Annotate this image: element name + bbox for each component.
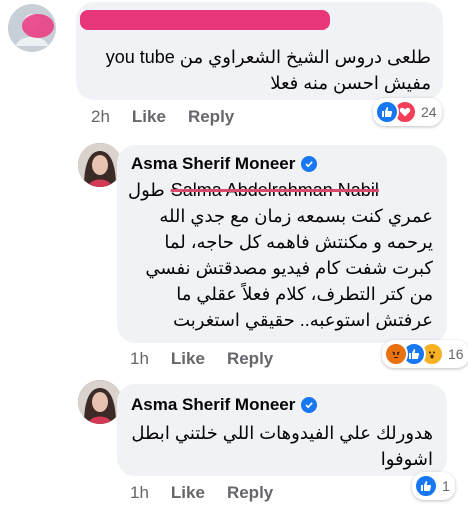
like-button[interactable]: Like — [171, 349, 205, 369]
avatar[interactable] — [78, 143, 122, 187]
comment-text-line: عمري كنت بسمعه زمان مع جدي الله — [159, 206, 433, 226]
comment-author[interactable]: Asma Sherif Moneer — [131, 395, 318, 415]
author-name[interactable]: Asma Sherif Moneer — [131, 154, 295, 174]
comment-text: طلعى دروس الشيخ الشعراوي من you tube مفي… — [81, 44, 431, 96]
reaction-summary[interactable]: 16 — [382, 340, 468, 368]
comment-actions: 2h Like Reply — [91, 107, 234, 127]
like-reaction-icon — [375, 100, 399, 124]
reaction-summary[interactable]: 1 — [412, 472, 455, 500]
comment-bubble: طلعى دروس الشيخ الشعراوي من you tube مفي… — [76, 2, 443, 100]
reaction-count: 1 — [442, 478, 450, 494]
angry-reaction-icon — [384, 342, 408, 366]
author-name[interactable]: Asma Sherif Moneer — [131, 395, 295, 415]
reply-button[interactable]: Reply — [227, 483, 273, 503]
verified-badge-icon — [301, 397, 318, 413]
comment-bubble: Asma Sherif Moneer Salma Abdelrahman Nab… — [117, 145, 447, 343]
avatar[interactable] — [8, 4, 56, 52]
avatar[interactable] — [78, 380, 122, 424]
comment-text-line: كبرت شفت كام فيديو مصدقتش نفسي — [145, 258, 433, 278]
like-reaction-icon — [414, 474, 438, 498]
profile-photo-icon — [78, 380, 122, 424]
comment-text-line: مفيش احسن منه فعلا — [270, 73, 431, 93]
comment-text-line: طول — [128, 180, 165, 200]
comment-timestamp[interactable]: 1h — [130, 483, 149, 503]
comment-actions: 1h Like Reply — [130, 349, 273, 369]
like-button[interactable]: Like — [171, 483, 205, 503]
comment-bubble: Asma Sherif Moneer هدورلك علي الفيدوهات … — [117, 384, 447, 476]
comment-text-line: يرحمه و مكنتش فاهمه كل حاجه، لما — [164, 232, 433, 252]
comment-actions: 1h Like Reply — [130, 483, 273, 503]
profile-photo-icon — [78, 143, 122, 187]
comment-text-line: من كتر التطرف، كلام فعلاً عقلي ما — [176, 284, 433, 304]
comment-text-line: هدورلك علي الفيدوهات اللي خلتني ابطل — [131, 423, 433, 443]
comment-text-line: عرفتش استوعبه.. حقيقي استغربت — [173, 310, 433, 330]
like-button[interactable]: Like — [132, 107, 166, 127]
reaction-summary[interactable]: 24 — [373, 98, 442, 126]
reply-button[interactable]: Reply — [188, 107, 234, 127]
avatar-placeholder-icon — [8, 4, 56, 52]
mention-link[interactable]: Salma Abdelrahman Nabil — [171, 177, 379, 203]
comment-text: هدورلك علي الفيدوهات اللي خلتني ابطل اشو… — [128, 420, 433, 472]
comment-author[interactable]: Asma Sherif Moneer — [131, 154, 318, 174]
reaction-count: 24 — [421, 104, 437, 120]
reaction-count: 16 — [448, 346, 464, 362]
redacted-author-name — [80, 10, 330, 30]
comment-timestamp[interactable]: 2h — [91, 107, 110, 127]
comment-timestamp[interactable]: 1h — [130, 349, 149, 369]
comment-text: Salma Abdelrahman Nabil طول عمري كنت بسم… — [128, 177, 433, 333]
verified-badge-icon — [301, 156, 318, 172]
comment-text-line: اشوفوا — [380, 449, 433, 469]
reply-button[interactable]: Reply — [227, 349, 273, 369]
comment-text-line: طلعى دروس الشيخ الشعراوي من you tube — [105, 47, 431, 67]
